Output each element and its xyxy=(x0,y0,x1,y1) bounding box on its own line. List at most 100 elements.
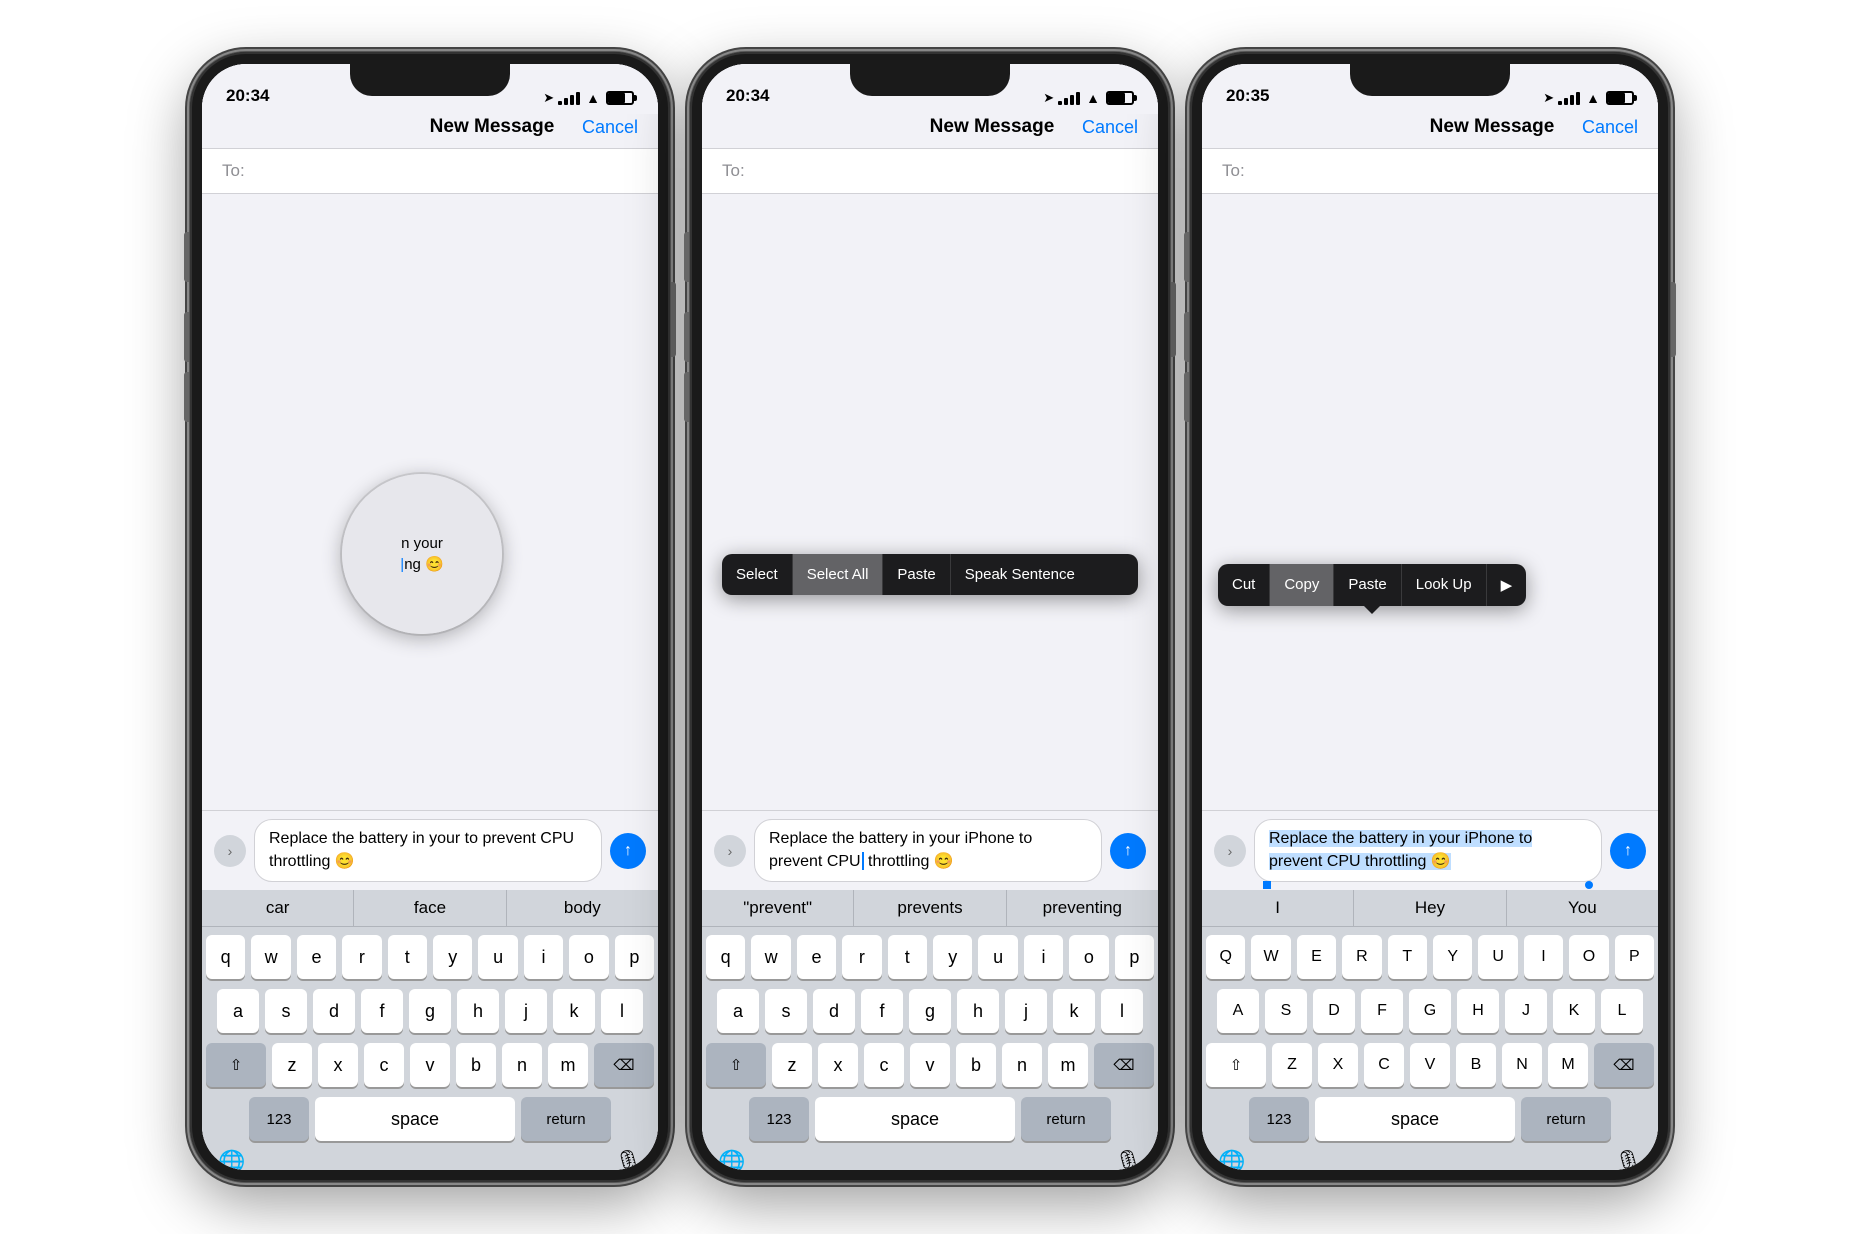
return-key-3[interactable]: return xyxy=(1521,1097,1611,1141)
return-key-2[interactable]: return xyxy=(1021,1097,1111,1141)
key-e-2[interactable]: e xyxy=(797,935,836,979)
predictive-item-3-1[interactable]: Hey xyxy=(1354,890,1506,926)
key-g-1[interactable]: g xyxy=(409,989,451,1033)
key-A-3[interactable]: A xyxy=(1217,989,1259,1033)
key-U-3[interactable]: U xyxy=(1478,935,1517,979)
key-X-3[interactable]: X xyxy=(1318,1043,1358,1087)
key-f-2[interactable]: f xyxy=(861,989,903,1033)
send-button-2[interactable]: ↑ xyxy=(1110,833,1146,869)
predictive-item-3-2[interactable]: You xyxy=(1507,890,1658,926)
to-field-1[interactable]: To: xyxy=(202,149,658,194)
num-key-3[interactable]: 123 xyxy=(1249,1097,1309,1141)
key-x-1[interactable]: x xyxy=(318,1043,358,1087)
return-key-1[interactable]: return xyxy=(521,1097,611,1141)
context-speak-2[interactable]: Speak Sentence xyxy=(951,554,1089,595)
key-u-1[interactable]: u xyxy=(478,935,517,979)
key-L-3[interactable]: L xyxy=(1601,989,1643,1033)
key-y-1[interactable]: y xyxy=(433,935,472,979)
key-u-2[interactable]: u xyxy=(978,935,1017,979)
predictive-item-3-0[interactable]: I xyxy=(1202,890,1354,926)
key-p-1[interactable]: p xyxy=(615,935,654,979)
key-P-3[interactable]: P xyxy=(1615,935,1654,979)
context-copy-3[interactable]: Copy xyxy=(1270,564,1334,606)
key-I-3[interactable]: I xyxy=(1524,935,1563,979)
key-q-1[interactable]: q xyxy=(206,935,245,979)
key-b-2[interactable]: b xyxy=(956,1043,996,1087)
key-E-3[interactable]: E xyxy=(1297,935,1336,979)
key-z-1[interactable]: z xyxy=(272,1043,312,1087)
compose-input-2[interactable]: Replace the battery in your iPhone to pr… xyxy=(754,819,1102,882)
key-N-3[interactable]: N xyxy=(1502,1043,1542,1087)
key-C-3[interactable]: C xyxy=(1364,1043,1404,1087)
key-J-3[interactable]: J xyxy=(1505,989,1547,1033)
shift-key-2[interactable]: ⇧ xyxy=(706,1043,766,1087)
context-selectall-2[interactable]: Select All xyxy=(793,554,884,595)
key-Y-3[interactable]: Y xyxy=(1433,935,1472,979)
key-t-2[interactable]: t xyxy=(888,935,927,979)
key-r-2[interactable]: r xyxy=(842,935,881,979)
key-o-2[interactable]: o xyxy=(1069,935,1108,979)
delete-key-2[interactable]: ⌫ xyxy=(1094,1043,1154,1087)
to-field-2[interactable]: To: xyxy=(702,149,1158,194)
key-d-1[interactable]: d xyxy=(313,989,355,1033)
key-Q-3[interactable]: Q xyxy=(1206,935,1245,979)
key-w-1[interactable]: w xyxy=(251,935,290,979)
key-n-2[interactable]: n xyxy=(1002,1043,1042,1087)
cancel-button-3[interactable]: Cancel xyxy=(1582,117,1638,138)
key-g-2[interactable]: g xyxy=(909,989,951,1033)
num-key-2[interactable]: 123 xyxy=(749,1097,809,1141)
space-key-2[interactable]: space xyxy=(815,1097,1015,1141)
key-w-2[interactable]: w xyxy=(751,935,790,979)
cancel-button-2[interactable]: Cancel xyxy=(1082,117,1138,138)
globe-icon-1[interactable]: 🌐 xyxy=(218,1149,245,1170)
key-l-1[interactable]: l xyxy=(601,989,643,1033)
key-i-1[interactable]: i xyxy=(524,935,563,979)
key-v-1[interactable]: v xyxy=(410,1043,450,1087)
key-v-2[interactable]: v xyxy=(910,1043,950,1087)
mic-icon-2[interactable]: 🎙 xyxy=(1114,1149,1142,1170)
shift-key-3[interactable]: ⇧ xyxy=(1206,1043,1266,1087)
key-y-2[interactable]: y xyxy=(933,935,972,979)
key-Z-3[interactable]: Z xyxy=(1272,1043,1312,1087)
key-a-1[interactable]: a xyxy=(217,989,259,1033)
context-cut-3[interactable]: Cut xyxy=(1218,564,1270,606)
context-more-3[interactable]: ▶ xyxy=(1487,564,1527,606)
context-lookup-3[interactable]: Look Up xyxy=(1402,564,1487,606)
key-c-2[interactable]: c xyxy=(864,1043,904,1087)
predictive-item-1-2[interactable]: body xyxy=(507,890,658,926)
key-a-2[interactable]: a xyxy=(717,989,759,1033)
cancel-button-1[interactable]: Cancel xyxy=(582,117,638,138)
globe-icon-3[interactable]: 🌐 xyxy=(1218,1149,1245,1170)
key-R-3[interactable]: R xyxy=(1342,935,1381,979)
delete-key-3[interactable]: ⌫ xyxy=(1594,1043,1654,1087)
expand-button-3[interactable]: › xyxy=(1214,835,1246,867)
send-button-1[interactable]: ↑ xyxy=(610,833,646,869)
predictive-item-2-2[interactable]: preventing xyxy=(1007,890,1158,926)
context-paste-3[interactable]: Paste xyxy=(1334,564,1401,606)
key-c-1[interactable]: c xyxy=(364,1043,404,1087)
key-q-2[interactable]: q xyxy=(706,935,745,979)
globe-icon-2[interactable]: 🌐 xyxy=(718,1149,745,1170)
key-V-3[interactable]: V xyxy=(1410,1043,1450,1087)
key-x-2[interactable]: x xyxy=(818,1043,858,1087)
send-button-3[interactable]: ↑ xyxy=(1610,833,1646,869)
key-l-2[interactable]: l xyxy=(1101,989,1143,1033)
key-b-1[interactable]: b xyxy=(456,1043,496,1087)
key-d-2[interactable]: d xyxy=(813,989,855,1033)
compose-input-1[interactable]: Replace the battery in your to prevent C… xyxy=(254,819,602,882)
key-p-2[interactable]: p xyxy=(1115,935,1154,979)
shift-key-1[interactable]: ⇧ xyxy=(206,1043,266,1087)
key-h-1[interactable]: h xyxy=(457,989,499,1033)
key-M-3[interactable]: M xyxy=(1548,1043,1588,1087)
key-B-3[interactable]: B xyxy=(1456,1043,1496,1087)
space-key-1[interactable]: space xyxy=(315,1097,515,1141)
predictive-item-1-1[interactable]: face xyxy=(354,890,506,926)
num-key-1[interactable]: 123 xyxy=(249,1097,309,1141)
mic-icon-1[interactable]: 🎙 xyxy=(614,1149,642,1170)
key-k-1[interactable]: k xyxy=(553,989,595,1033)
key-k-2[interactable]: k xyxy=(1053,989,1095,1033)
key-K-3[interactable]: K xyxy=(1553,989,1595,1033)
key-f-1[interactable]: f xyxy=(361,989,403,1033)
key-z-2[interactable]: z xyxy=(772,1043,812,1087)
key-m-1[interactable]: m xyxy=(548,1043,588,1087)
